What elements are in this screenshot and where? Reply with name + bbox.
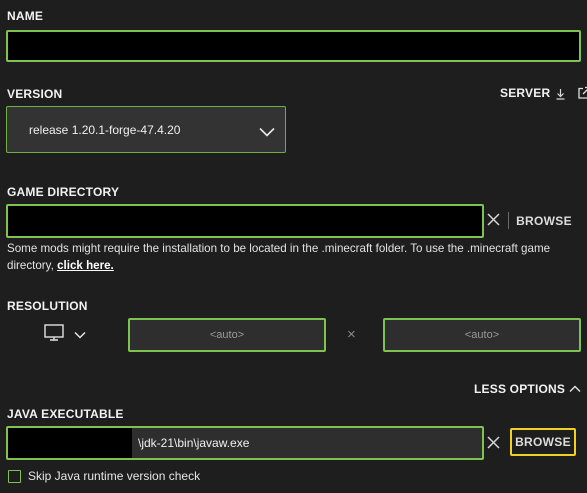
divider bbox=[508, 212, 509, 229]
game-directory-helper: Some mods might require the installation… bbox=[7, 240, 582, 274]
external-link-icon[interactable] bbox=[577, 86, 587, 100]
game-directory-input[interactable] bbox=[6, 204, 484, 238]
chevron-up-icon bbox=[569, 380, 581, 398]
java-path-text: \jdk-21\bin\javaw.exe bbox=[132, 428, 482, 458]
less-options-toggle[interactable]: LESS OPTIONS bbox=[474, 380, 581, 398]
clear-java-executable-icon[interactable] bbox=[487, 436, 500, 454]
chevron-down-icon bbox=[259, 124, 275, 142]
name-label: NAME bbox=[7, 9, 44, 23]
resolution-preset-dropdown[interactable] bbox=[44, 324, 86, 346]
resolution-label: RESOLUTION bbox=[7, 299, 88, 313]
skip-java-check-label: Skip Java runtime version check bbox=[28, 469, 201, 483]
skip-java-check-row[interactable]: Skip Java runtime version check bbox=[8, 469, 200, 483]
version-selected-value: release 1.20.1-forge-47.4.20 bbox=[29, 122, 181, 137]
resolution-separator: × bbox=[347, 326, 356, 343]
java-executable-input[interactable]: \jdk-21\bin\javaw.exe bbox=[6, 426, 484, 460]
java-executable-browse-button[interactable]: BROWSE bbox=[510, 428, 576, 456]
java-path-redacted bbox=[8, 428, 132, 458]
resolution-height-input[interactable]: <auto> bbox=[383, 318, 581, 352]
version-select[interactable]: release 1.20.1-forge-47.4.20 bbox=[6, 106, 286, 153]
name-input[interactable] bbox=[6, 30, 581, 62]
chevron-down-icon bbox=[74, 326, 86, 344]
server-link[interactable]: SERVER bbox=[500, 86, 587, 100]
resolution-width-input[interactable]: <auto> bbox=[128, 318, 326, 352]
game-directory-browse-button[interactable]: BROWSE bbox=[512, 204, 576, 238]
download-icon[interactable] bbox=[555, 87, 566, 100]
clear-game-directory-icon[interactable] bbox=[487, 213, 500, 231]
less-options-label: LESS OPTIONS bbox=[474, 382, 566, 396]
server-label: SERVER bbox=[500, 86, 551, 100]
monitor-icon bbox=[44, 324, 64, 346]
java-executable-label: JAVA EXECUTABLE bbox=[7, 407, 124, 421]
skip-java-check-checkbox[interactable] bbox=[8, 469, 21, 483]
version-label: VERSION bbox=[7, 87, 63, 101]
installation-settings-panel: NAME VERSION SERVER release 1.20.1-forge… bbox=[0, 0, 587, 493]
click-here-link[interactable]: click here. bbox=[57, 259, 114, 272]
game-directory-label: GAME DIRECTORY bbox=[7, 185, 120, 199]
